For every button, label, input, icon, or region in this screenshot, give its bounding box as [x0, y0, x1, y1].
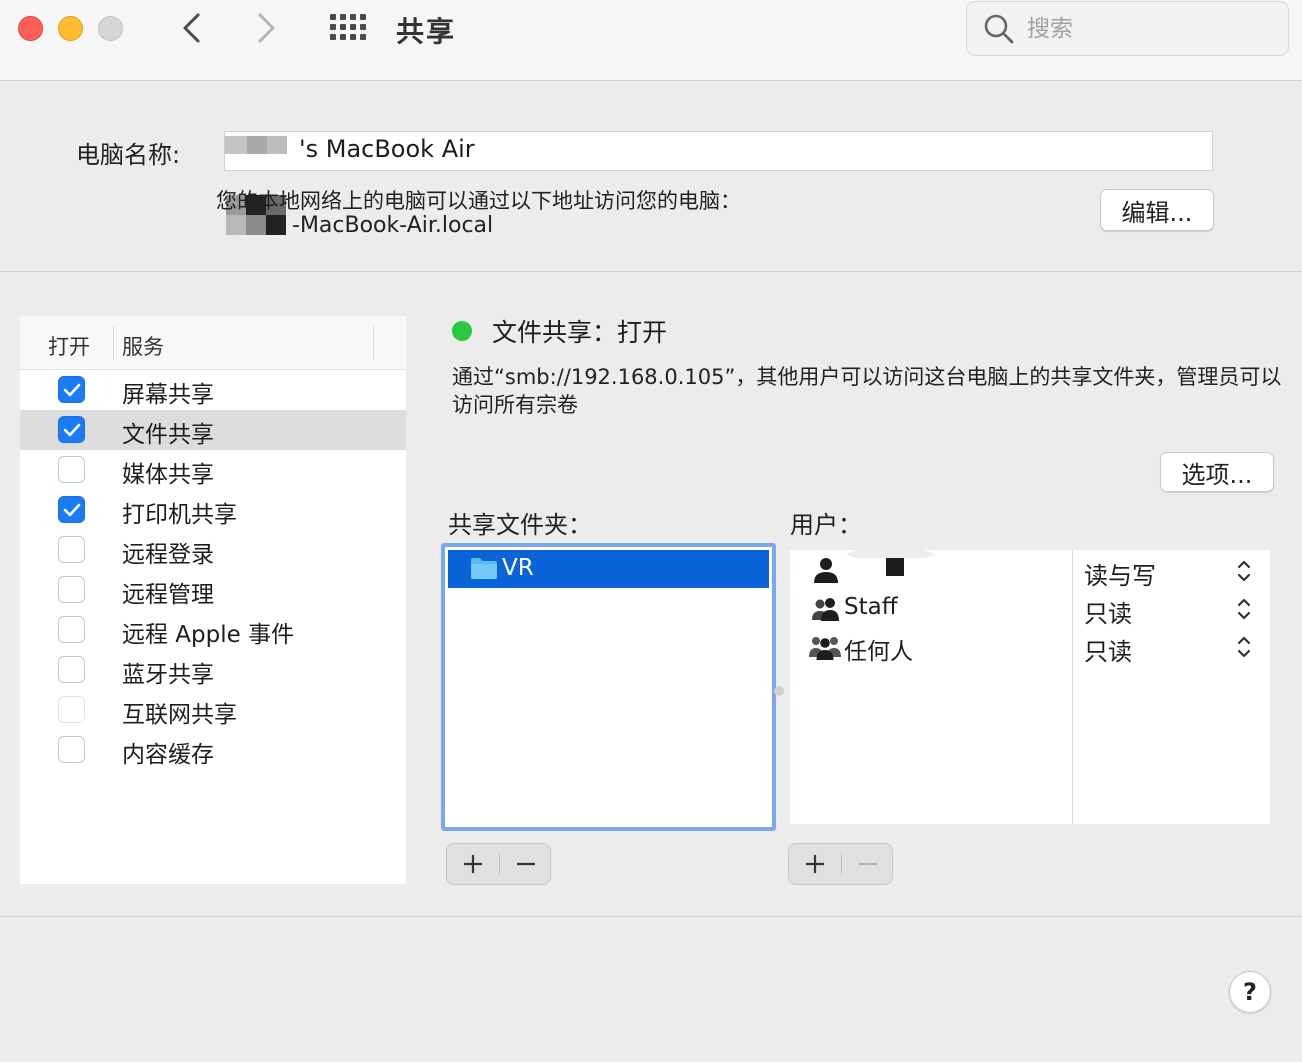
- service-name: 远程管理: [122, 582, 214, 608]
- group-icon: [812, 598, 839, 621]
- user-name: 任何人: [844, 639, 913, 665]
- redacted-name-shape: [846, 550, 936, 576]
- remove-folder-button[interactable]: [500, 844, 552, 884]
- user-row[interactable]: 读与写: [790, 550, 1270, 591]
- shared-folders-list[interactable]: VR: [441, 543, 776, 831]
- user-row[interactable]: 任何人 只读: [790, 628, 1270, 666]
- services-list-header: 打开 服务: [20, 316, 406, 370]
- person-icon: [814, 558, 838, 583]
- header-on-column: 打开: [48, 335, 90, 359]
- service-row[interactable]: 内容缓存: [20, 730, 406, 770]
- service-row[interactable]: 打印机共享: [20, 490, 406, 530]
- service-checkbox[interactable]: [58, 576, 85, 603]
- chevron-right-icon: [258, 13, 275, 43]
- users-list[interactable]: 读与写 Staff 只读 任何人 只读: [790, 550, 1270, 824]
- local-address: -MacBook-Air.local: [292, 213, 494, 238]
- edit-button[interactable]: 编辑...: [1100, 189, 1214, 231]
- service-checkbox[interactable]: [58, 496, 85, 523]
- permission-value[interactable]: 只读: [1084, 594, 1132, 629]
- sharing-main-section: 打开 服务 屏幕共享文件共享媒体共享打印机共享远程登录远程管理远程 Apple …: [0, 273, 1302, 917]
- computer-name-label: 电脑名称:: [76, 141, 181, 169]
- services-list: 打开 服务 屏幕共享文件共享媒体共享打印机共享远程登录远程管理远程 Apple …: [20, 316, 406, 884]
- remove-user-button[interactable]: [842, 844, 894, 884]
- zoom-window-button[interactable]: [98, 16, 123, 41]
- minimize-window-button[interactable]: [58, 16, 83, 41]
- search-input[interactable]: [1027, 15, 1267, 42]
- service-row[interactable]: 文件共享: [20, 410, 406, 450]
- up-down-stepper-icon[interactable]: [1236, 596, 1252, 622]
- service-name: 内容缓存: [122, 742, 214, 768]
- service-name: 蓝牙共享: [122, 662, 214, 688]
- service-row[interactable]: 远程 Apple 事件: [20, 610, 406, 650]
- permission-value[interactable]: 只读: [1084, 632, 1132, 667]
- service-name: 互联网共享: [122, 702, 237, 728]
- file-sharing-status: 文件共享：打开: [492, 318, 668, 347]
- file-sharing-description: 通过“smb://192.168.0.105”，其他用户可以访问这台电脑上的共享…: [452, 365, 1282, 417]
- service-checkbox[interactable]: [58, 616, 85, 643]
- service-checkbox[interactable]: [58, 416, 85, 443]
- service-name: 文件共享: [122, 422, 214, 448]
- show-all-grid-icon[interactable]: [330, 14, 366, 42]
- minus-icon: [859, 862, 877, 866]
- users-label: 用户：: [790, 511, 862, 539]
- service-name: 打印机共享: [122, 502, 237, 528]
- service-row[interactable]: 屏幕共享: [20, 370, 406, 410]
- window-title: 共享: [396, 15, 457, 48]
- chevron-left-icon: [183, 13, 200, 43]
- service-row[interactable]: 蓝牙共享: [20, 650, 406, 690]
- options-button[interactable]: 选项...: [1160, 452, 1274, 492]
- minus-icon: [517, 862, 535, 866]
- service-row[interactable]: 互联网共享: [20, 690, 406, 730]
- user-name: Staff: [844, 594, 898, 620]
- folder-icon: [471, 558, 497, 579]
- folder-add-remove-control: [446, 843, 551, 885]
- service-checkbox[interactable]: [58, 736, 85, 763]
- folder-name: VR: [502, 555, 534, 581]
- back-button[interactable]: [172, 8, 212, 48]
- service-name: 媒体共享: [122, 462, 214, 488]
- user-row[interactable]: Staff 只读: [790, 590, 1270, 628]
- add-folder-button[interactable]: [447, 844, 499, 884]
- split-handle[interactable]: [774, 686, 784, 696]
- service-checkbox[interactable]: [58, 456, 85, 483]
- up-down-stepper-icon[interactable]: [1236, 634, 1252, 660]
- up-down-stepper-icon[interactable]: [1236, 558, 1252, 584]
- header-service-column: 服务: [122, 335, 164, 359]
- service-row[interactable]: 媒体共享: [20, 450, 406, 490]
- service-checkbox[interactable]: [58, 696, 85, 723]
- plus-icon: [806, 855, 824, 873]
- permission-value[interactable]: 读与写: [1084, 556, 1156, 591]
- service-name: 远程登录: [122, 542, 214, 568]
- folder-row[interactable]: VR: [448, 550, 769, 588]
- service-checkbox[interactable]: [58, 376, 85, 403]
- search-icon: [984, 14, 1014, 43]
- service-checkbox[interactable]: [58, 536, 85, 563]
- close-window-button[interactable]: [18, 16, 43, 41]
- local-network-description: 您的本地网络上的电脑可以通过以下地址访问您的电脑：: [216, 189, 741, 213]
- status-indicator: [452, 321, 472, 341]
- add-user-button[interactable]: [789, 844, 841, 884]
- service-name: 屏幕共享: [122, 382, 214, 408]
- everyone-icon: [809, 637, 841, 660]
- user-add-remove-control: [788, 843, 893, 885]
- shared-folders-label: 共享文件夹：: [448, 511, 592, 539]
- service-row[interactable]: 远程登录: [20, 530, 406, 570]
- plus-icon: [464, 855, 482, 873]
- service-row[interactable]: 远程管理: [20, 570, 406, 610]
- search-field[interactable]: [966, 1, 1289, 56]
- service-name: 远程 Apple 事件: [122, 622, 295, 648]
- computer-name-section: 电脑名称: 's MacBook Air 您的本地网络上的电脑可以通过以下地址访…: [0, 81, 1302, 272]
- forward-button[interactable]: [246, 8, 286, 48]
- toolbar: 共享: [0, 0, 1302, 81]
- computer-name-field[interactable]: 's MacBook Air: [224, 131, 1213, 171]
- service-checkbox[interactable]: [58, 656, 85, 683]
- computer-name-value: 's MacBook Air: [299, 135, 475, 163]
- help-button[interactable]: ?: [1229, 971, 1271, 1013]
